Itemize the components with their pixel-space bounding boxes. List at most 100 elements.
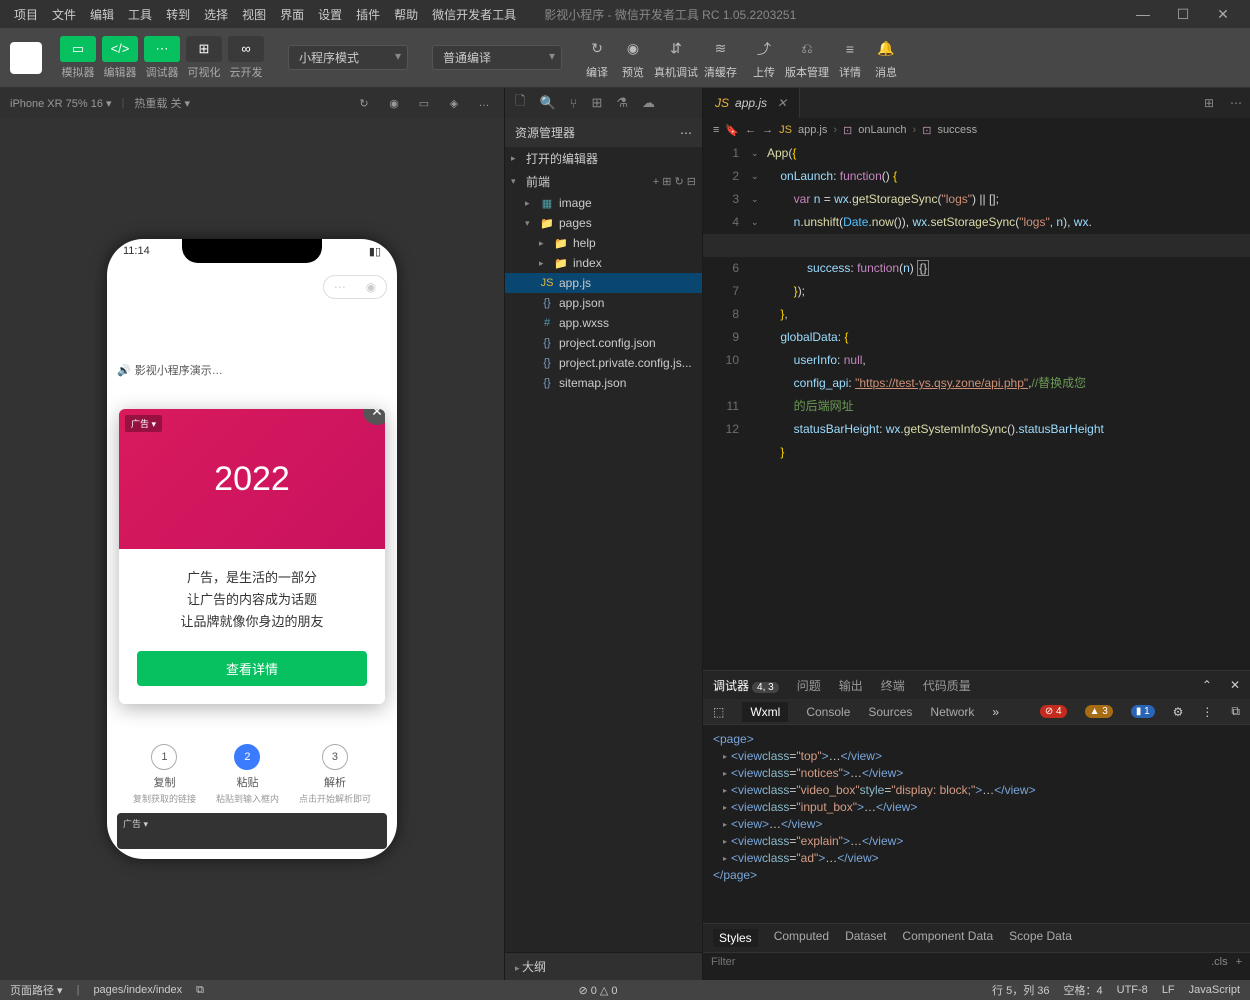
- computed-tab[interactable]: Computed: [774, 929, 829, 947]
- file-tree-item[interactable]: JSapp.js: [505, 273, 702, 293]
- warn-badge[interactable]: ▲ 3: [1085, 705, 1113, 718]
- devtab-network[interactable]: Network: [930, 705, 974, 719]
- menu-item[interactable]: 工具: [122, 4, 158, 25]
- page-route[interactable]: pages/index/index: [93, 984, 182, 996]
- nav-back-icon[interactable]: ←: [745, 124, 756, 136]
- mode-dropdown[interactable]: 小程序模式: [288, 45, 408, 70]
- file-tree-item[interactable]: #app.wxss: [505, 313, 702, 333]
- menu-item[interactable]: 项目: [8, 4, 44, 25]
- view-details-button[interactable]: 查看详情: [137, 651, 367, 686]
- device-select[interactable]: iPhone XR 75% 16 ▾: [10, 97, 112, 110]
- editor-tab[interactable]: JSapp.js✕: [703, 88, 800, 118]
- inspect-icon[interactable]: ⬚: [713, 705, 724, 719]
- wxml-tree[interactable]: <page>▸<view class="top">…</view>▸<view …: [703, 725, 1250, 923]
- editor-button[interactable]: </>编辑器: [102, 36, 138, 80]
- menu-item[interactable]: 设置: [312, 4, 348, 25]
- box-icon[interactable]: ⊞: [591, 95, 602, 111]
- tab-debugger[interactable]: 调试器4, 3: [713, 677, 779, 694]
- file-tree-item[interactable]: {}sitemap.json: [505, 373, 702, 393]
- hot-reload-toggle[interactable]: 热重载 关 ▾: [134, 95, 190, 111]
- version-button[interactable]: ⎌版本管理: [785, 36, 829, 80]
- menu-item[interactable]: 帮助: [388, 4, 424, 25]
- bottom-ad[interactable]: 广告 ▾: [117, 813, 387, 849]
- more-icon[interactable]: ⋯: [680, 126, 692, 140]
- menu-item[interactable]: 编辑: [84, 4, 120, 25]
- filter-input[interactable]: [711, 956, 1211, 968]
- devtab-console[interactable]: Console: [806, 705, 850, 719]
- sim-refresh-icon[interactable]: ↻: [354, 97, 374, 110]
- capsule-button[interactable]: ⋯◉: [323, 275, 387, 299]
- devtab-sources[interactable]: Sources: [868, 705, 912, 719]
- compile-dropdown[interactable]: 普通编译: [432, 45, 562, 70]
- editor-more-icon[interactable]: ⋯: [1222, 96, 1250, 110]
- sim-record-icon[interactable]: ◉: [384, 97, 404, 110]
- messages-button[interactable]: 🔔消息: [871, 36, 901, 80]
- files-icon[interactable]: 🗋: [515, 92, 525, 114]
- menu-item[interactable]: 微信开发者工具: [426, 4, 522, 25]
- gear-icon[interactable]: ⚙: [1173, 705, 1184, 719]
- copy-icon[interactable]: ⧉: [196, 984, 204, 997]
- tab-quality[interactable]: 代码质量: [923, 677, 971, 694]
- file-tree-item[interactable]: {}project.config.json: [505, 333, 702, 353]
- minimize-icon[interactable]: —: [1124, 6, 1162, 22]
- preview-button[interactable]: ◉预览: [618, 36, 648, 80]
- open-editors-section[interactable]: ▸打开的编辑器: [505, 147, 702, 170]
- status-problems[interactable]: ⊘ 0 △ 0: [578, 984, 617, 997]
- menu-item[interactable]: 视图: [236, 4, 272, 25]
- dots-icon[interactable]: ⋮: [1201, 705, 1213, 719]
- flask-icon[interactable]: ⚗: [616, 95, 628, 111]
- styles-tab[interactable]: Styles: [713, 929, 758, 947]
- component-data-tab[interactable]: Component Data: [902, 929, 993, 947]
- sim-detach-icon[interactable]: ◈: [444, 97, 464, 110]
- cls-button[interactable]: .cls: [1211, 956, 1228, 968]
- close-panel-icon[interactable]: ✕: [1230, 678, 1240, 692]
- upload-button[interactable]: ⤴上传: [749, 36, 779, 80]
- breadcrumb[interactable]: ≡ 🔖 ← → JSapp.js› ⊡onLaunch› ⊡success: [703, 118, 1250, 142]
- split-icon[interactable]: ⊞: [1196, 96, 1222, 110]
- simulator-button[interactable]: ▭模拟器: [60, 36, 96, 80]
- file-tree-item[interactable]: ▸📁index: [505, 253, 702, 273]
- chevron-up-icon[interactable]: ⌃: [1202, 678, 1212, 692]
- phone-simulator[interactable]: 11:14▮▯ ⋯◉ 🔊影视小程序演示… ✕ 广告 ▾ 2022 广告，是生活的…: [107, 239, 397, 859]
- file-tree-item[interactable]: ▸▦image: [505, 193, 702, 213]
- error-badge[interactable]: ⊘ 4: [1040, 705, 1067, 718]
- menu-item[interactable]: 界面: [274, 4, 310, 25]
- cloud-icon[interactable]: ☁: [642, 95, 655, 111]
- branch-icon[interactable]: ⑂: [570, 96, 578, 111]
- menu-item[interactable]: 文件: [46, 4, 82, 25]
- more-tabs-icon[interactable]: »: [992, 705, 999, 719]
- outline-section[interactable]: ▸ 大纲: [505, 952, 702, 980]
- encoding[interactable]: UTF-8: [1117, 984, 1148, 996]
- visual-button[interactable]: ⊞可视化: [186, 36, 222, 80]
- maximize-icon[interactable]: ☐: [1164, 6, 1202, 23]
- language-mode[interactable]: JavaScript: [1189, 984, 1240, 996]
- tab-terminal[interactable]: 终端: [881, 677, 905, 694]
- indent-setting[interactable]: 空格：4: [1064, 982, 1103, 998]
- tab-output[interactable]: 输出: [839, 677, 863, 694]
- nav-forward-icon[interactable]: →: [762, 124, 773, 136]
- info-badge[interactable]: ▮ 1: [1131, 705, 1155, 718]
- code-editor[interactable]: 12345678910 1112 ⌄⌄⌄⌄ App({ onLaunch: fu…: [703, 142, 1250, 670]
- avatar[interactable]: [10, 42, 42, 74]
- menu-item[interactable]: 插件: [350, 4, 386, 25]
- list-icon[interactable]: ≡: [713, 124, 719, 136]
- popout-icon[interactable]: ⧉: [1231, 704, 1240, 719]
- file-tree-item[interactable]: {}app.json: [505, 293, 702, 313]
- sim-phone-icon[interactable]: ▭: [414, 97, 434, 110]
- scope-data-tab[interactable]: Scope Data: [1009, 929, 1072, 947]
- close-icon[interactable]: ✕: [1204, 6, 1242, 23]
- file-tree-item[interactable]: ▸📁help: [505, 233, 702, 253]
- details-button[interactable]: ≡详情: [835, 36, 865, 80]
- clear-cache-button[interactable]: ≋清缓存: [704, 36, 737, 80]
- debugger-button[interactable]: ⋯调试器: [144, 36, 180, 80]
- devtab-wxml[interactable]: Wxml: [742, 702, 788, 722]
- bookmark-icon[interactable]: 🔖: [725, 124, 739, 137]
- remote-debug-button[interactable]: ⇵真机调试: [654, 36, 698, 80]
- sim-more-icon[interactable]: …: [474, 97, 494, 109]
- search-icon[interactable]: 🔍: [539, 95, 555, 111]
- file-tree-item[interactable]: {}project.private.config.js...: [505, 353, 702, 373]
- compile-button[interactable]: ↻编译: [582, 36, 612, 80]
- cloud-button[interactable]: ∞云开发: [228, 36, 264, 80]
- eol[interactable]: LF: [1162, 984, 1175, 996]
- tab-problems[interactable]: 问题: [797, 677, 821, 694]
